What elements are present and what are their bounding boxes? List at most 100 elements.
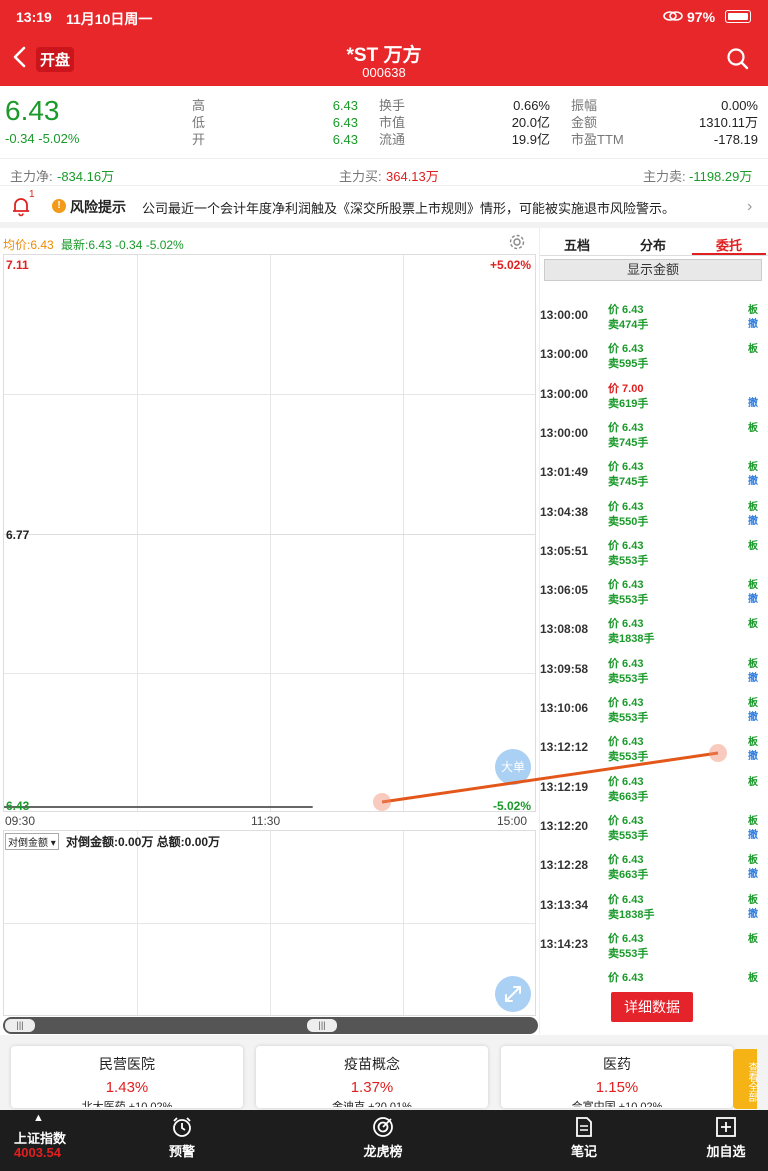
sector-card[interactable]: 医药 1.15% 合富中国 +10.02% <box>501 1046 733 1108</box>
order-row[interactable]: 13:12:28 价 6.43 卖663手 板撤 <box>539 844 761 883</box>
scroll-handle-left[interactable]: ||| <box>5 1019 35 1032</box>
fullscreen-expand-icon[interactable] <box>495 976 531 1012</box>
nav-index[interactable]: ▲ 上证指数 4003.54 <box>0 1110 100 1171</box>
order-price: 价 7.00 <box>608 382 644 395</box>
show-amount-button[interactable]: 显示金额 <box>544 259 762 281</box>
order-price: 价 6.43 <box>608 814 644 827</box>
order-tag-board: 板 <box>748 894 758 906</box>
order-price: 价 6.43 <box>608 657 644 670</box>
tab-orders[interactable]: 委托 <box>716 235 742 254</box>
label-open: 开 <box>192 132 206 147</box>
order-volume: 卖474手 <box>608 319 649 331</box>
pct-tick-bottom: -5.02% <box>492 799 531 813</box>
sub-chart-selector[interactable]: 对倒金额 ▾ <box>5 833 59 850</box>
order-row[interactable]: 13:14:23 价 6.43 卖553手 板 <box>539 923 761 962</box>
value-amplitude: 0.00% <box>721 98 758 113</box>
order-row[interactable]: 13:04:38 价 6.43 卖550手 板撤 <box>539 491 761 530</box>
back-icon[interactable] <box>12 46 28 73</box>
order-price: 价 6.43 <box>608 343 644 356</box>
value-market-cap: 20.0亿 <box>511 115 550 130</box>
scroll-handle-right[interactable]: ||| <box>307 1019 337 1032</box>
order-tag-board: 板 <box>748 737 758 749</box>
flow-sell-label: 主力卖: <box>643 169 686 184</box>
order-time: 13:12:20 <box>540 818 589 833</box>
order-tag-board: 板 <box>748 698 758 709</box>
order-price: 价 6.43 <box>608 618 644 631</box>
order-row[interactable]: 13:12:19 价 6.43 卖663手 板 <box>539 766 761 805</box>
order-row[interactable]: 价 6.43 板 <box>539 962 761 986</box>
current-price: 6.43 <box>5 95 60 126</box>
order-row[interactable]: 13:01:49 价 6.43 卖745手 板撤 <box>539 451 761 490</box>
order-row[interactable]: 13:12:12 价 6.43 卖553手 板撤 <box>539 726 761 765</box>
avg-price-label: 均价:6.43 <box>3 238 54 252</box>
order-row[interactable]: 13:06:05 价 6.43 卖553手 板撤 <box>539 569 761 608</box>
order-row[interactable]: 13:00:00 价 7.00 卖619手 撤 <box>539 373 761 412</box>
order-row[interactable]: 13:00:00 价 6.43 卖595手 板 <box>539 333 761 372</box>
value-low: 6.43 <box>332 115 358 130</box>
stock-code: 000638 <box>362 65 406 80</box>
market-open-badge[interactable]: 开盘 <box>36 47 75 72</box>
tab-five-levels[interactable]: 五档 <box>564 235 590 254</box>
order-row[interactable]: 13:09:58 价 6.43 卖553手 板撤 <box>539 648 761 687</box>
order-list[interactable]: 13:00:00 价 6.43 卖474手板撤 13:00:00 价 6.43 卖595手… <box>539 282 768 986</box>
sector-card[interactable]: 民营医院 1.43% 北大医药 +10.02% <box>11 1046 243 1108</box>
order-volume: 卖553手 <box>608 672 649 685</box>
order-row[interactable]: 13:13:34 价 6.43 卖1838手 板撤 <box>539 884 761 923</box>
order-row[interactable]: 13:10:06 价 6.43 卖553手 板撤 <box>539 687 761 726</box>
order-tag-board: 板 <box>748 933 758 945</box>
order-volume: 卖1838手 <box>608 908 655 921</box>
tab-distribution[interactable]: 分布 <box>640 235 666 254</box>
big-order-button[interactable]: 大单 <box>495 749 531 785</box>
time-range-scrollbar[interactable]: ||| ||| <box>3 1017 538 1034</box>
nav-alert[interactable]: 预警 <box>137 1110 227 1171</box>
sector-pct: 1.43% <box>105 1079 149 1096</box>
price-change: -0.34 -5.02% <box>5 131 80 146</box>
order-row[interactable]: 13:08:08 价 6.43 卖1838手 板 <box>539 608 761 647</box>
quote-panel: 6.43 -0.34 -5.02% 高 低 开 6.43 6.43 6.43 换… <box>0 86 768 158</box>
nav-dragon-tiger-label: 龙虎榜 <box>363 1144 403 1159</box>
nav-dragon-tiger[interactable]: 龙虎榜 <box>338 1110 428 1171</box>
order-tabs: 五档 分布 委托 <box>540 228 768 256</box>
order-price: 价 6.43 <box>608 697 644 709</box>
x-tick-open: 09:30 <box>5 814 36 828</box>
risk-text: 公司最近一个会计年度净利润触及《深交所股票上市规则》情形，可能被实施退市风险警示… <box>142 201 676 216</box>
order-tag-board: 板 <box>748 462 758 474</box>
search-icon[interactable] <box>726 47 750 76</box>
settings-gear-icon[interactable] <box>508 233 526 254</box>
order-price: 价 6.43 <box>608 539 644 552</box>
label-turnover: 换手 <box>379 98 406 113</box>
order-tag-cancel: 撤 <box>748 476 758 488</box>
detail-data-button[interactable]: 详细数据 <box>611 992 693 1022</box>
order-time: 13:12:19 <box>540 779 589 794</box>
order-volume: 卖550手 <box>608 515 649 528</box>
order-time: 13:00:00 <box>540 425 589 440</box>
sub-chart[interactable]: 对倒金额 ▾ 对倒金额:0.00万 总额:0.00万 <box>3 830 536 1016</box>
sector-card[interactable]: 疫苗概念 1.37% 金迪克 +20.01% <box>256 1046 488 1108</box>
order-row[interactable]: 13:05:51 价 6.43 卖553手 板 <box>539 530 761 569</box>
warning-icon: ! <box>52 199 66 213</box>
order-time: 13:10:06 <box>540 701 589 715</box>
nav-notes[interactable]: 笔记 <box>539 1110 629 1171</box>
order-row[interactable]: 13:00:00 价 6.43 卖474手 板撤 <box>539 294 761 333</box>
order-volume: 卖663手 <box>608 869 649 882</box>
alarm-clock-icon <box>173 1117 191 1137</box>
order-time: 13:13:34 <box>540 897 589 912</box>
value-high: 6.43 <box>332 98 358 113</box>
risk-tip-row[interactable]: 1 ! 风险提示 公司最近一个会计年度净利润触及《深交所股票上市规则》情形，可能… <box>0 186 768 228</box>
order-tag-board: 板 <box>748 344 758 356</box>
latest-price-label: 最新:6.43 -0.34 -5.02% <box>61 238 184 252</box>
order-row[interactable]: 13:00:00 价 6.43 卖745手 板 <box>539 412 761 451</box>
nav-add-watchlist[interactable]: 加自选 <box>681 1110 768 1171</box>
order-time: 13:06:05 <box>540 583 589 598</box>
order-price: 价 6.43 <box>608 500 644 513</box>
index-value: 4003.54 <box>14 1145 61 1160</box>
order-row[interactable]: 13:12:20 价 6.43 卖553手 板撤 <box>539 805 761 844</box>
intraday-chart[interactable]: 7.11 6.77 6.43 +5.02% -5.02% 大单 <box>3 254 536 813</box>
order-list-rows: 13:00:00 价 6.43 卖474手板撤 13:00:00 价 6.43 卖595手… <box>539 282 768 986</box>
caret-up-icon: ▲ <box>33 1112 44 1124</box>
sector-lead: 北大医药 +10.02% <box>81 1101 173 1107</box>
app-header: 开盘 *ST 万方 000638 <box>0 34 768 86</box>
order-price: 价 6.43 <box>608 579 644 592</box>
view-all-button[interactable]: 查看全部 <box>733 1049 757 1109</box>
value-turnover: 0.66% <box>513 98 550 113</box>
